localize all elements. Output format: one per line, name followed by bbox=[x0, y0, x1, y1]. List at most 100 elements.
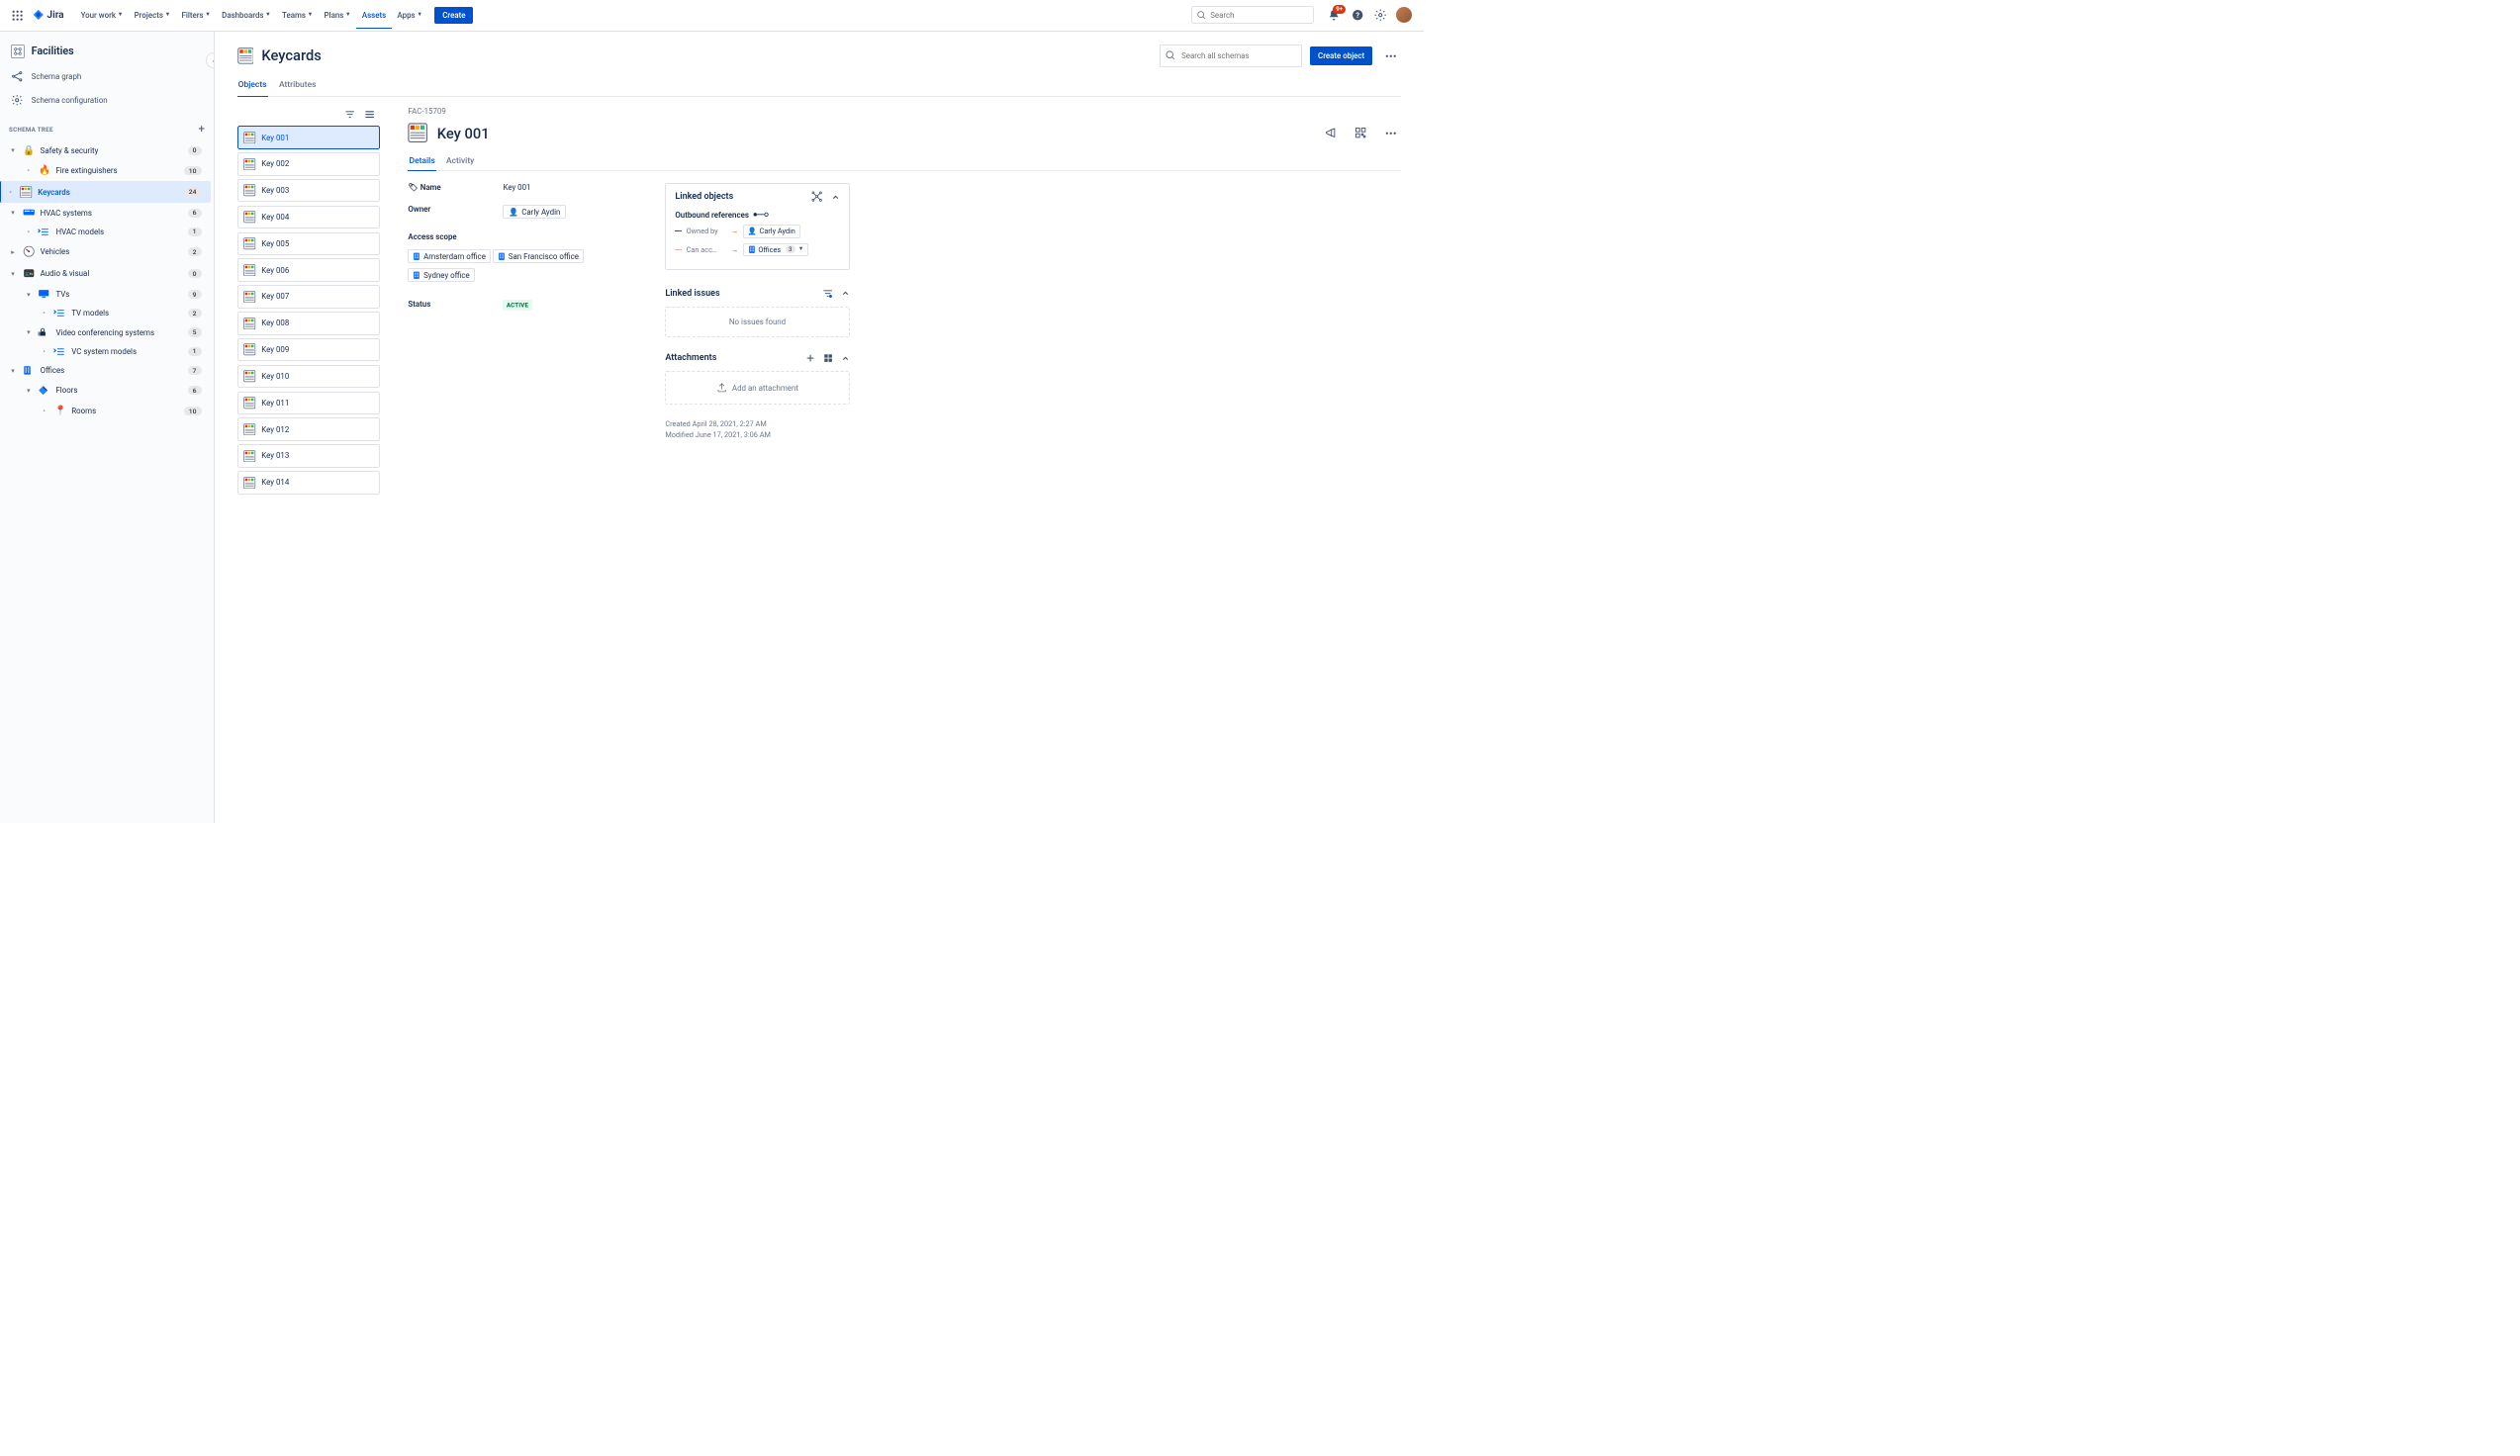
schema-search-input[interactable] bbox=[1160, 45, 1303, 67]
tree-fire-extinguishers[interactable]: •🔥Fire extinguishers10 bbox=[3, 161, 210, 181]
object-card[interactable]: Key 011 bbox=[237, 392, 381, 414]
object-more-icon[interactable] bbox=[1380, 123, 1401, 143]
tree-audio-visual[interactable]: ▾📺tvAudio & visual0 bbox=[3, 263, 210, 284]
tree-safety-security[interactable]: ▾🔒Safety & security0 bbox=[3, 140, 210, 160]
object-card[interactable]: Key 013 bbox=[237, 444, 381, 467]
create-object-button[interactable]: Create object bbox=[1310, 46, 1372, 65]
facility-icon bbox=[11, 45, 25, 58]
product-name: Jira bbox=[47, 10, 63, 21]
tree-video-conferencing-systems[interactable]: ▾Video conferencing systems5 bbox=[3, 322, 210, 341]
announce-icon[interactable] bbox=[1320, 123, 1341, 143]
list-view-icon[interactable] bbox=[364, 109, 375, 120]
object-key: FAC-15709 bbox=[408, 107, 1401, 116]
tab-attributes[interactable]: Attributes bbox=[278, 77, 318, 96]
tree-tv-models[interactable]: •TV models2 bbox=[3, 305, 210, 322]
schema-graph-link[interactable]: Schema graph bbox=[0, 64, 214, 88]
jira-logo[interactable]: Jira bbox=[32, 9, 64, 23]
field-status-label: Status bbox=[408, 300, 503, 309]
graph-view-icon[interactable] bbox=[811, 191, 822, 202]
tree-rooms[interactable]: •📍Rooms10 bbox=[3, 402, 210, 421]
status-badge: ACTIVE bbox=[503, 300, 531, 311]
object-type-icon bbox=[408, 123, 427, 142]
collapse-icon[interactable] bbox=[841, 354, 850, 363]
tree-keycards[interactable]: •Keycards24 bbox=[0, 181, 211, 202]
tree-tvs[interactable]: ▾TVs9 bbox=[3, 285, 210, 304]
attachments-title: Attachments bbox=[665, 353, 796, 363]
add-schema-button[interactable]: + bbox=[199, 123, 205, 136]
object-card[interactable]: Key 014 bbox=[237, 471, 381, 494]
object-card[interactable]: Key 010 bbox=[237, 365, 381, 388]
object-card[interactable]: Key 001 bbox=[237, 126, 381, 148]
nav-projects[interactable]: Projects ▼ bbox=[129, 2, 176, 30]
more-actions-icon[interactable] bbox=[1380, 46, 1401, 66]
tree-vehicles[interactable]: ▸Vehicles2 bbox=[3, 241, 210, 262]
object-card[interactable]: Key 005 bbox=[237, 232, 381, 255]
tab-activity[interactable]: Activity bbox=[445, 153, 476, 170]
help-icon[interactable]: ? bbox=[1349, 6, 1366, 24]
linked-objects-title: Linked objects bbox=[675, 192, 803, 202]
search-icon bbox=[1165, 49, 1175, 60]
schema-tree-header: SCHEMA TREE bbox=[9, 126, 53, 134]
reference-row: Owned by→👤Carly Aydin bbox=[675, 225, 839, 237]
nav-assets[interactable]: Assets bbox=[356, 2, 392, 30]
filter-issues-icon[interactable] bbox=[822, 288, 833, 299]
attachment-dropzone[interactable]: Add an attachment bbox=[665, 371, 849, 405]
ref-target[interactable]: 👤Carly Aydin bbox=[743, 225, 800, 237]
nav-plans[interactable]: Plans ▼ bbox=[319, 2, 356, 30]
field-name-value: Key 001 bbox=[503, 183, 631, 192]
schema-config-label: Schema configuration bbox=[32, 96, 108, 105]
nav-filters[interactable]: Filters ▼ bbox=[176, 2, 217, 30]
tree-offices[interactable]: ▾Offices7 bbox=[3, 361, 210, 380]
office-chip[interactable]: Sydney office bbox=[408, 268, 474, 282]
nav-apps[interactable]: Apps ▼ bbox=[392, 2, 428, 30]
object-card[interactable]: Key 002 bbox=[237, 152, 381, 175]
object-card[interactable]: Key 009 bbox=[237, 338, 381, 361]
ref-target[interactable]: Offices3 ▼ bbox=[743, 243, 809, 256]
schema-graph-label: Schema graph bbox=[32, 72, 82, 81]
filter-icon[interactable] bbox=[344, 109, 355, 120]
object-card[interactable]: Key 008 bbox=[237, 312, 381, 334]
object-card[interactable]: Key 004 bbox=[237, 206, 381, 228]
tab-objects[interactable]: Objects bbox=[237, 77, 268, 97]
sidebar-collapse-button[interactable]: ‹ bbox=[206, 52, 215, 68]
collapse-icon[interactable] bbox=[841, 289, 850, 298]
owner-chip[interactable]: 👤Carly Aydin bbox=[503, 205, 565, 219]
outbound-icon bbox=[753, 212, 769, 218]
svg-text:📺tv: 📺tv bbox=[25, 271, 33, 276]
profile-avatar[interactable] bbox=[1395, 6, 1413, 24]
tree-hvac-systems[interactable]: ▾HVAC systems6 bbox=[3, 203, 210, 222]
grid-view-icon[interactable] bbox=[823, 353, 833, 363]
page-title: Keycards bbox=[261, 46, 1151, 64]
nav-teams[interactable]: Teams ▼ bbox=[276, 2, 318, 30]
global-search-input[interactable] bbox=[1191, 6, 1314, 24]
office-chip[interactable]: Amsterdam office bbox=[408, 249, 490, 263]
app-switcher[interactable] bbox=[9, 6, 27, 24]
nav-dashboards[interactable]: Dashboards ▼ bbox=[217, 2, 277, 30]
collapse-icon[interactable] bbox=[831, 193, 840, 202]
object-title: Key 001 bbox=[437, 125, 1311, 142]
search-icon bbox=[1196, 10, 1206, 20]
linked-issues-title: Linked issues bbox=[665, 289, 813, 299]
field-name-label: 🏷Name bbox=[408, 183, 503, 192]
field-owner-label: Owner bbox=[408, 205, 503, 214]
object-card[interactable]: Key 006 bbox=[237, 258, 381, 281]
notif-badge: 9+ bbox=[1333, 5, 1346, 14]
notifications-icon[interactable]: 9+ bbox=[1325, 6, 1343, 24]
object-card[interactable]: Key 003 bbox=[237, 179, 381, 202]
tree-hvac-models[interactable]: •HVAC models1 bbox=[3, 223, 210, 240]
object-card[interactable]: Key 012 bbox=[237, 417, 381, 440]
no-issues-placeholder: No issues found bbox=[665, 307, 849, 337]
tree-vc-system-models[interactable]: •VC system models1 bbox=[3, 342, 210, 360]
nav-your-work[interactable]: Your work ▼ bbox=[75, 2, 129, 30]
object-card[interactable]: Key 007 bbox=[237, 285, 381, 308]
create-button[interactable]: Create bbox=[434, 7, 473, 24]
tree-floors[interactable]: ▾Floors6 bbox=[3, 381, 210, 401]
tab-details[interactable]: Details bbox=[408, 153, 435, 171]
schema-title: Facilities bbox=[32, 45, 74, 57]
reference-row: Can acc…→Offices3 ▼ bbox=[675, 243, 839, 256]
add-attachment-icon[interactable] bbox=[805, 353, 815, 363]
qr-icon[interactable] bbox=[1350, 123, 1370, 143]
schema-config-link[interactable]: Schema configuration bbox=[0, 88, 214, 112]
office-chip[interactable]: San Francisco office bbox=[493, 249, 584, 263]
settings-icon[interactable] bbox=[1372, 6, 1390, 24]
